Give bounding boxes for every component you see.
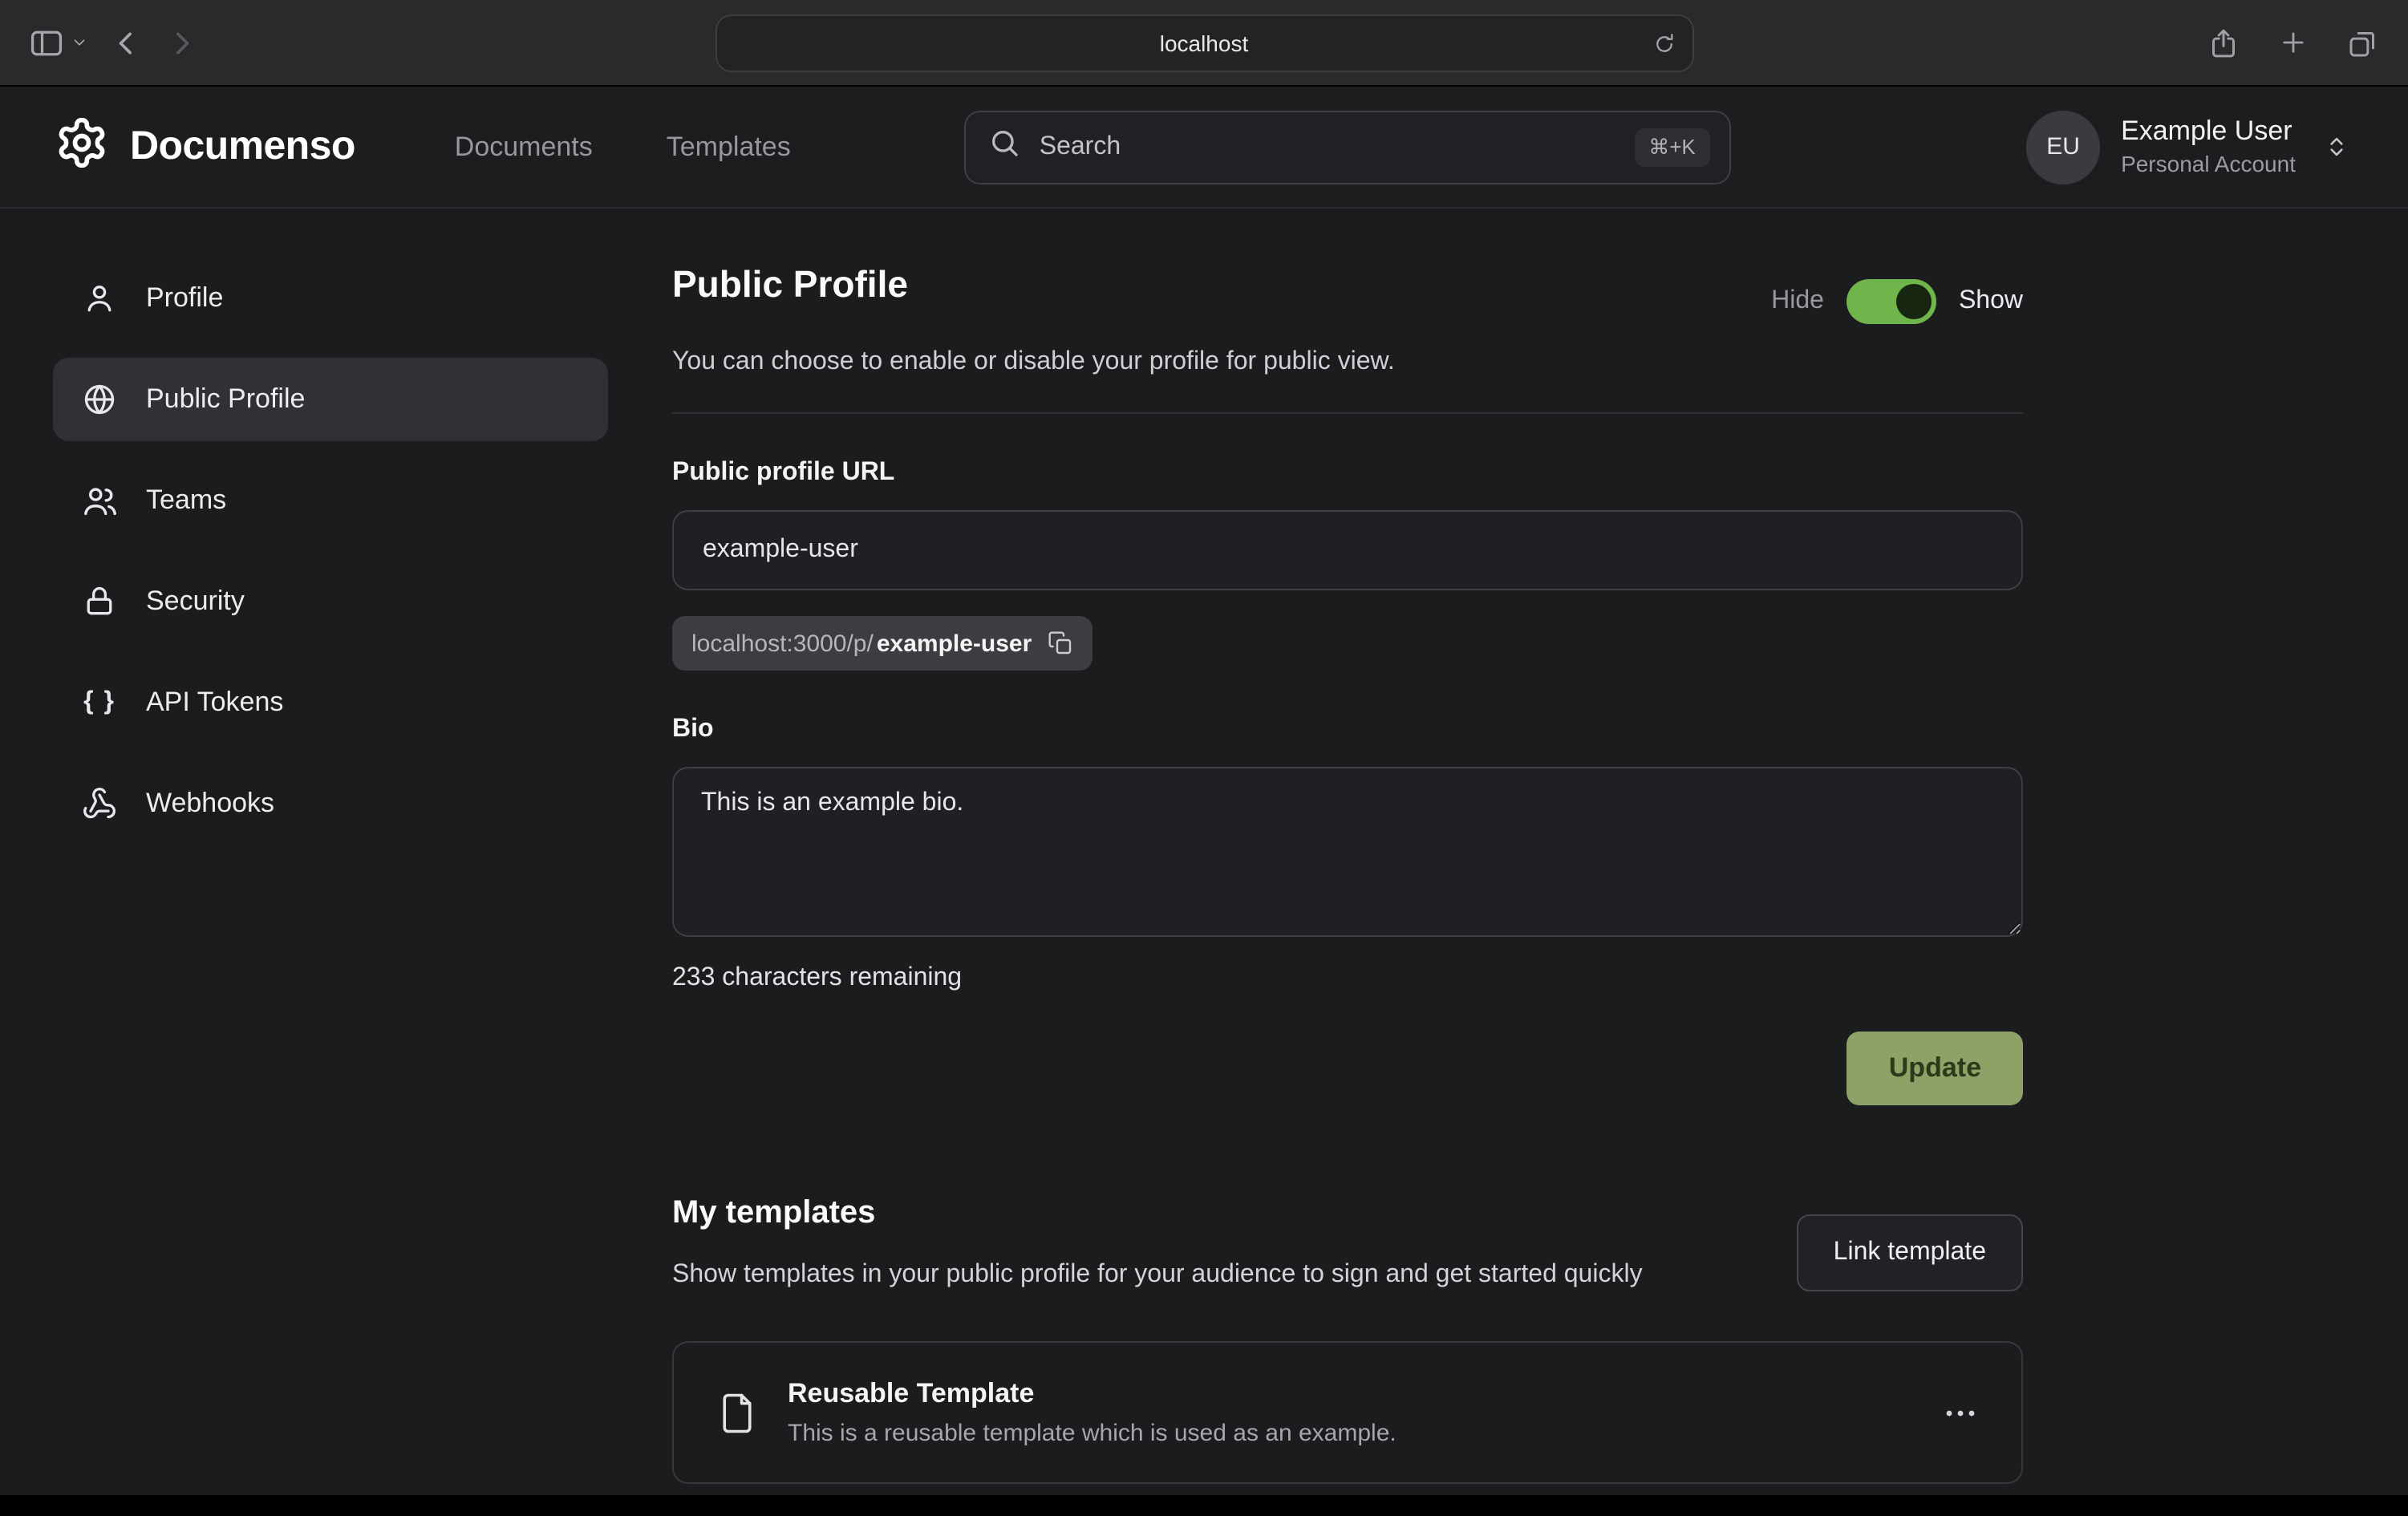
main-nav: Documents Templates bbox=[455, 131, 791, 163]
toggle-off-label: Hide bbox=[1771, 287, 1824, 316]
sidebar-item-label: Security bbox=[146, 586, 245, 618]
profile-url-prefix: localhost:3000/p/ bbox=[691, 630, 874, 657]
sidebar-toggle-icon[interactable] bbox=[29, 25, 64, 60]
new-tab-icon[interactable] bbox=[2278, 27, 2309, 58]
my-templates-title: My templates bbox=[672, 1195, 1779, 1232]
user-icon bbox=[80, 281, 119, 316]
copy-icon[interactable] bbox=[1048, 630, 1073, 656]
chevrons-up-down-icon bbox=[2323, 133, 2350, 160]
sidebar-item-label: API Tokens bbox=[146, 687, 283, 719]
bio-textarea[interactable]: This is an example bio. bbox=[672, 767, 2023, 937]
brand[interactable]: Documenso bbox=[55, 116, 355, 178]
search-shortcut-badge: ⌘+K bbox=[1634, 128, 1710, 166]
browser-action-controls bbox=[2207, 25, 2379, 60]
link-template-button[interactable]: Link template bbox=[1797, 1214, 2023, 1291]
file-icon bbox=[716, 1389, 759, 1437]
template-menu-ellipsis-icon[interactable] bbox=[1941, 1394, 1980, 1433]
sidebar-item-label: Profile bbox=[146, 282, 223, 314]
lock-icon bbox=[80, 584, 119, 619]
sidebar-item-teams[interactable]: Teams bbox=[53, 459, 608, 542]
template-description: This is a reusable template which is use… bbox=[788, 1421, 1397, 1448]
profile-url-slug: example-user bbox=[877, 630, 1032, 657]
sidebar-item-api-tokens[interactable]: { } API Tokens bbox=[53, 661, 608, 744]
user-menu[interactable]: EU Example User Personal Account bbox=[2026, 110, 2350, 184]
template-name: Reusable Template bbox=[788, 1379, 1397, 1411]
search-icon bbox=[988, 127, 1020, 167]
users-icon bbox=[80, 482, 119, 519]
documenso-logo-icon bbox=[55, 116, 109, 178]
public-profile-url-label: Public profile URL bbox=[672, 459, 2023, 488]
page-head: Public Profile Hide Show bbox=[672, 257, 2023, 324]
profile-url-preview[interactable]: localhost:3000/p/example-user bbox=[672, 616, 1093, 671]
main-content: Public Profile Hide Show You can choose … bbox=[672, 257, 2023, 1485]
public-profile-url-input[interactable] bbox=[672, 510, 2023, 590]
app-header: Documenso Documents Templates ⌘+K EU Exa… bbox=[0, 87, 2408, 209]
toggle-on-label: Show bbox=[1959, 287, 2023, 316]
app-root: Documenso Documents Templates ⌘+K EU Exa… bbox=[0, 87, 2408, 1495]
template-card: Reusable Template This is a reusable tem… bbox=[672, 1342, 2023, 1485]
nav-templates[interactable]: Templates bbox=[667, 131, 791, 163]
nav-documents[interactable]: Documents bbox=[455, 131, 593, 163]
global-search[interactable]: ⌘+K bbox=[964, 110, 1731, 184]
browser-toolbar: localhost bbox=[0, 0, 2408, 87]
browser-window: localhost bbox=[0, 0, 2408, 1516]
my-templates-section: My templates Show templates in your publ… bbox=[672, 1195, 2023, 1485]
user-name: Example User bbox=[2121, 115, 2296, 150]
back-icon[interactable] bbox=[111, 26, 143, 59]
profile-visibility-toggle[interactable] bbox=[1847, 279, 1936, 324]
globe-icon bbox=[80, 382, 119, 417]
tab-overview-icon[interactable] bbox=[2347, 26, 2379, 59]
sidebar-item-label: Webhooks bbox=[146, 788, 274, 820]
share-icon[interactable] bbox=[2207, 25, 2240, 60]
refresh-icon[interactable] bbox=[1652, 31, 1676, 55]
bio-label: Bio bbox=[672, 715, 2023, 744]
braces-icon: { } bbox=[80, 688, 119, 717]
app-body: Profile Public Profile Teams bbox=[0, 209, 2408, 1485]
sidebar-item-profile[interactable]: Profile bbox=[53, 257, 608, 340]
address-bar[interactable]: localhost bbox=[715, 14, 1693, 72]
section-divider bbox=[672, 412, 2023, 414]
sidebar-item-security[interactable]: Security bbox=[53, 560, 608, 643]
update-button[interactable]: Update bbox=[1847, 1032, 2023, 1105]
brand-name: Documenso bbox=[130, 124, 355, 170]
sidebar-item-label: Public Profile bbox=[146, 383, 305, 415]
avatar: EU bbox=[2026, 110, 2100, 184]
sidebar-item-webhooks[interactable]: Webhooks bbox=[53, 762, 608, 845]
toolbar-chevron-down-icon[interactable] bbox=[71, 34, 88, 51]
browser-nav-controls bbox=[29, 25, 197, 60]
page-subtitle: You can choose to enable or disable your… bbox=[672, 348, 2023, 377]
user-account-type: Personal Account bbox=[2121, 150, 2296, 179]
my-templates-description: Show templates in your public profile fo… bbox=[672, 1255, 1779, 1297]
profile-visibility-toggle-group: Hide Show bbox=[1771, 279, 2023, 324]
toggle-knob bbox=[1896, 284, 1932, 319]
search-input[interactable] bbox=[1036, 131, 1618, 163]
characters-remaining: 233 characters remaining bbox=[672, 964, 2023, 993]
page-title: Public Profile bbox=[672, 263, 908, 306]
settings-sidebar: Profile Public Profile Teams bbox=[53, 257, 608, 1485]
sidebar-item-label: Teams bbox=[146, 484, 226, 517]
sidebar-item-public-profile[interactable]: Public Profile bbox=[53, 358, 608, 441]
url-text: localhost bbox=[1160, 30, 1249, 56]
webhook-icon bbox=[80, 786, 119, 821]
forward-icon[interactable] bbox=[165, 26, 197, 59]
